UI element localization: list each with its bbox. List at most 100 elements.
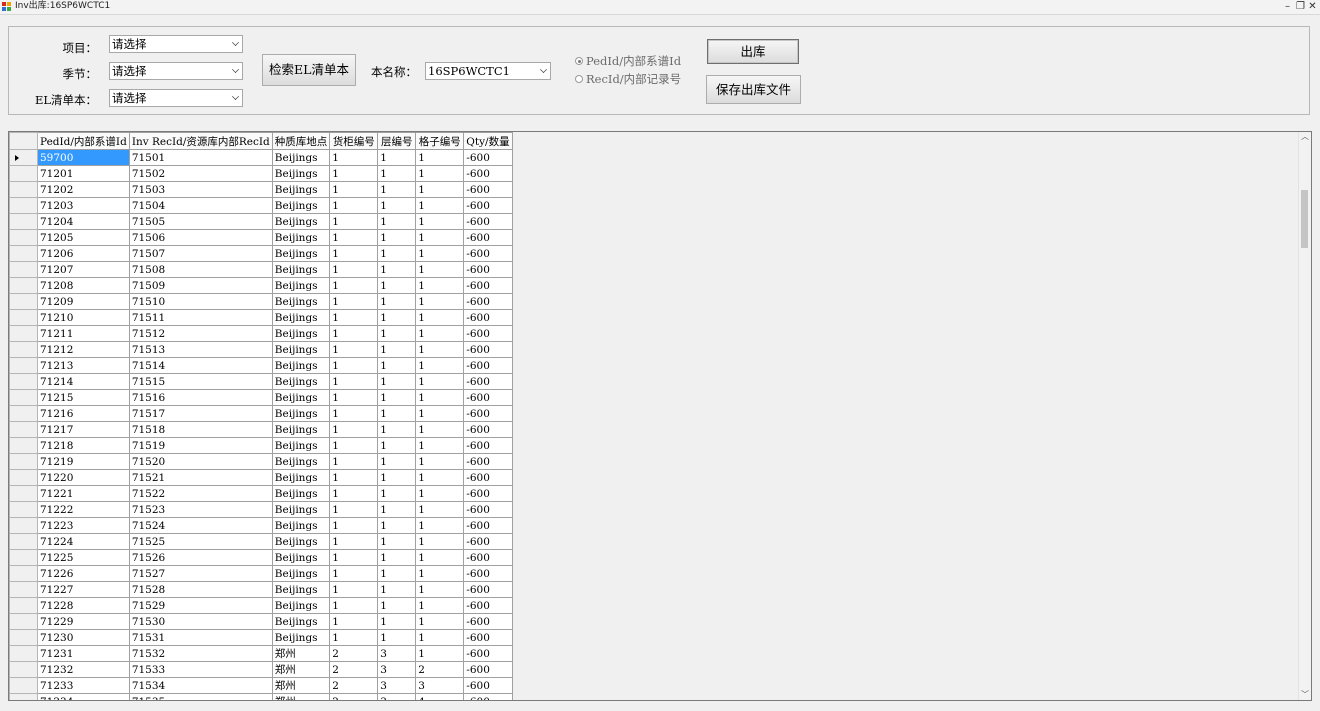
row-header[interactable] bbox=[9, 341, 38, 358]
table-cell[interactable]: -600 bbox=[463, 485, 513, 502]
table-cell[interactable]: 1 bbox=[329, 629, 379, 646]
table-cell[interactable]: 1 bbox=[377, 277, 417, 294]
row-header[interactable] bbox=[9, 645, 38, 662]
table-cell[interactable]: Beijings bbox=[271, 581, 331, 598]
table-row[interactable]: 71220 71521 Beijings 1 1 1 -600 bbox=[9, 469, 513, 486]
table-cell[interactable]: 1 bbox=[415, 453, 465, 470]
table-cell[interactable]: 71534 bbox=[128, 677, 273, 694]
table-row[interactable]: 71205 71506 Beijings 1 1 1 -600 bbox=[9, 229, 513, 246]
table-cell[interactable]: 2 bbox=[329, 645, 379, 662]
table-cell[interactable]: Beijings bbox=[271, 469, 331, 486]
table-cell[interactable]: Beijings bbox=[271, 549, 331, 566]
table-cell[interactable]: -600 bbox=[463, 341, 513, 358]
table-cell[interactable]: Beijings bbox=[271, 485, 331, 502]
table-cell[interactable]: 1 bbox=[415, 197, 465, 214]
row-header[interactable] bbox=[9, 197, 38, 214]
table-cell[interactable]: 71506 bbox=[128, 229, 273, 246]
project-select[interactable]: 请选择 bbox=[109, 35, 243, 53]
table-cell[interactable]: -600 bbox=[463, 517, 513, 534]
row-header[interactable] bbox=[9, 517, 38, 534]
table-cell[interactable]: 1 bbox=[415, 581, 465, 598]
table-cell[interactable]: 1 bbox=[377, 533, 417, 550]
table-row[interactable]: 59700 71501 Beijings 1 1 1 -600 bbox=[9, 149, 513, 166]
table-cell[interactable]: 1 bbox=[377, 213, 417, 230]
table-cell[interactable]: 1 bbox=[377, 197, 417, 214]
table-cell[interactable]: Beijings bbox=[271, 421, 331, 438]
table-cell[interactable]: Beijings bbox=[271, 293, 331, 310]
table-cell[interactable]: 71501 bbox=[128, 149, 273, 166]
table-cell[interactable]: 1 bbox=[329, 277, 379, 294]
table-cell[interactable]: 1 bbox=[329, 565, 379, 582]
table-cell[interactable]: -600 bbox=[463, 645, 513, 662]
table-cell[interactable]: Beijings bbox=[271, 181, 331, 198]
row-header[interactable] bbox=[9, 565, 38, 582]
table-cell[interactable]: 1 bbox=[329, 597, 379, 614]
table-cell[interactable]: 1 bbox=[415, 549, 465, 566]
table-cell[interactable]: 1 bbox=[329, 421, 379, 438]
table-cell[interactable]: 71533 bbox=[128, 661, 273, 678]
table-cell[interactable]: Beijings bbox=[271, 517, 331, 534]
table-row[interactable]: 71225 71526 Beijings 1 1 1 -600 bbox=[9, 549, 513, 566]
table-row[interactable]: 71201 71502 Beijings 1 1 1 -600 bbox=[9, 165, 513, 182]
table-cell[interactable]: -600 bbox=[463, 197, 513, 214]
table-cell[interactable]: 1 bbox=[377, 165, 417, 182]
table-cell[interactable]: 1 bbox=[329, 549, 379, 566]
row-header[interactable] bbox=[9, 421, 38, 438]
table-cell[interactable]: -600 bbox=[463, 389, 513, 406]
table-cell[interactable]: 1 bbox=[329, 405, 379, 422]
table-cell[interactable]: 1 bbox=[329, 533, 379, 550]
table-row[interactable]: 71204 71505 Beijings 1 1 1 -600 bbox=[9, 213, 513, 230]
table-cell[interactable]: 1 bbox=[415, 229, 465, 246]
table-cell[interactable]: -600 bbox=[463, 181, 513, 198]
table-cell[interactable]: 1 bbox=[415, 629, 465, 646]
table-row[interactable]: 71208 71509 Beijings 1 1 1 -600 bbox=[9, 277, 513, 294]
table-cell[interactable]: 71518 bbox=[128, 421, 273, 438]
table-cell[interactable]: -600 bbox=[463, 581, 513, 598]
table-cell[interactable]: 1 bbox=[329, 613, 379, 630]
table-cell[interactable]: 1 bbox=[377, 149, 417, 166]
table-cell[interactable]: Beijings bbox=[271, 405, 331, 422]
table-cell[interactable]: 71208 bbox=[37, 277, 130, 294]
table-cell[interactable]: 1 bbox=[329, 453, 379, 470]
table-cell[interactable]: 1 bbox=[377, 421, 417, 438]
vertical-scrollbar[interactable]: ︿ ﹀ bbox=[1298, 132, 1311, 700]
table-cell[interactable]: 71525 bbox=[128, 533, 273, 550]
table-cell[interactable]: 1 bbox=[329, 389, 379, 406]
table-cell[interactable]: Beijings bbox=[271, 629, 331, 646]
table-cell[interactable]: 71512 bbox=[128, 325, 273, 342]
table-cell[interactable]: -600 bbox=[463, 565, 513, 582]
table-row[interactable]: 71216 71517 Beijings 1 1 1 -600 bbox=[9, 405, 513, 422]
table-cell[interactable]: -600 bbox=[463, 213, 513, 230]
table-cell[interactable]: Beijings bbox=[271, 213, 331, 230]
table-cell[interactable]: 1 bbox=[415, 373, 465, 390]
table-cell[interactable]: 1 bbox=[415, 469, 465, 486]
table-cell[interactable]: 1 bbox=[415, 341, 465, 358]
table-cell[interactable]: 71227 bbox=[37, 581, 130, 598]
season-select[interactable]: 请选择 bbox=[109, 62, 243, 80]
table-cell[interactable]: 71502 bbox=[128, 165, 273, 182]
table-cell[interactable]: 1 bbox=[415, 165, 465, 182]
table-row[interactable]: 71209 71510 Beijings 1 1 1 -600 bbox=[9, 293, 513, 310]
table-row[interactable]: 71221 71522 Beijings 1 1 1 -600 bbox=[9, 485, 513, 502]
table-cell[interactable]: 1 bbox=[329, 293, 379, 310]
table-row[interactable]: 71218 71519 Beijings 1 1 1 -600 bbox=[9, 437, 513, 454]
book-name-select[interactable]: 16SP6WCTC1 bbox=[425, 62, 551, 80]
row-header[interactable] bbox=[9, 437, 38, 454]
table-cell[interactable]: 1 bbox=[329, 149, 379, 166]
row-header[interactable] bbox=[9, 245, 38, 262]
table-cell[interactable]: 1 bbox=[377, 613, 417, 630]
table-cell[interactable]: 1 bbox=[377, 597, 417, 614]
table-cell[interactable]: 1 bbox=[415, 277, 465, 294]
table-cell[interactable]: Beijings bbox=[271, 357, 331, 374]
table-cell[interactable]: 71220 bbox=[37, 469, 130, 486]
table-row[interactable]: 71207 71508 Beijings 1 1 1 -600 bbox=[9, 261, 513, 278]
row-header[interactable] bbox=[9, 373, 38, 390]
radio-pedid[interactable]: PedId/内部系谱Id bbox=[575, 53, 681, 69]
row-header[interactable] bbox=[9, 661, 38, 678]
table-cell[interactable]: 1 bbox=[377, 341, 417, 358]
table-row[interactable]: 71233 71534 郑州 2 3 3 -600 bbox=[9, 677, 513, 694]
table-cell[interactable]: 71524 bbox=[128, 517, 273, 534]
table-cell[interactable]: Beijings bbox=[271, 373, 331, 390]
table-cell[interactable]: 3 bbox=[377, 693, 417, 700]
row-header[interactable] bbox=[9, 581, 38, 598]
